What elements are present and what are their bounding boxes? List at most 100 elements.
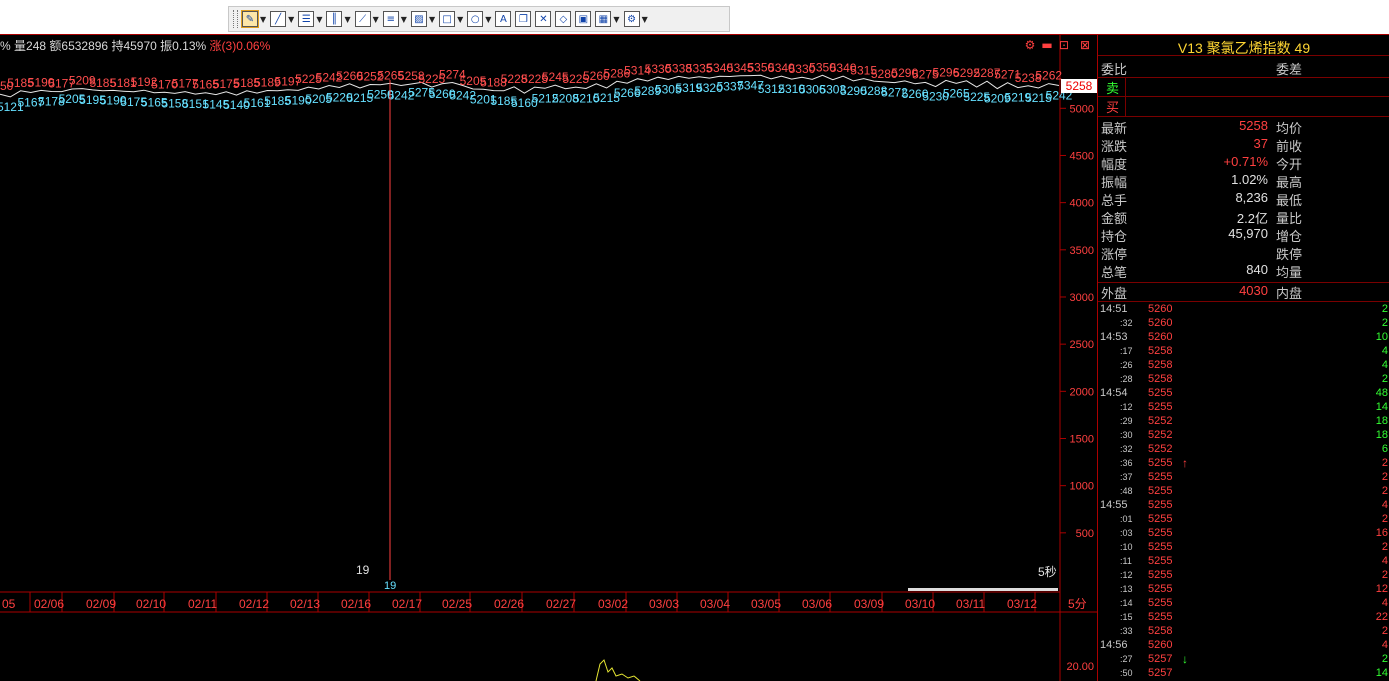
y-tick-label: 1500 xyxy=(1070,433,1094,445)
tick-row: :29 5252 18 xyxy=(1098,414,1389,428)
x-tick-label: 03/02 xyxy=(598,597,628,611)
tick-row: :37 5255 2 xyxy=(1098,470,1389,484)
x-tick-label: 02/17 xyxy=(392,597,422,611)
tick-row: :27 5257 ↓ 2 xyxy=(1098,652,1389,666)
stat-label-secondary: 增仓 xyxy=(1276,229,1303,244)
last-price-label: 5258 xyxy=(1066,79,1093,93)
tick-price: 5255 xyxy=(1148,583,1173,595)
sell-row[interactable]: 卖 xyxy=(1101,78,1386,96)
x-tick-label: 02/11 xyxy=(188,597,217,611)
tick-price: 5255 xyxy=(1148,499,1173,511)
tick-price: 5258 xyxy=(1148,373,1173,385)
stat-label-secondary: 前收 xyxy=(1276,139,1303,154)
tick-time: :50 xyxy=(1120,668,1133,678)
tick-price: 5258 xyxy=(1148,359,1173,371)
tick-row: :12 5255 2 xyxy=(1098,568,1389,582)
buy-label: 买 xyxy=(1106,100,1120,115)
tick-row: :30 5252 18 xyxy=(1098,428,1389,442)
close-icon[interactable]: ⊠ xyxy=(1080,38,1090,52)
stat-value: 45,970 xyxy=(1228,226,1268,241)
tick-volume: 18 xyxy=(1375,415,1388,427)
tick-volume: 6 xyxy=(1381,443,1388,455)
tick-row: :15 5255 22 xyxy=(1098,610,1389,624)
order-ratio-row: 委比 委差 xyxy=(1101,59,1386,77)
tick-row: 14:56 5260 4 xyxy=(1098,638,1389,652)
y-tick-label: 4500 xyxy=(1070,150,1094,162)
tick-price: 5252 xyxy=(1148,415,1173,427)
panel-divider xyxy=(1098,55,1389,56)
marker-sublabel: 19 xyxy=(384,580,396,592)
tick-time: :48 xyxy=(1120,486,1133,496)
sell-label: 卖 xyxy=(1106,81,1120,96)
tick-time: :17 xyxy=(1120,346,1133,356)
tick-row: :32 5252 6 xyxy=(1098,442,1389,456)
stat-label-secondary: 量比 xyxy=(1276,211,1303,226)
gear-icon[interactable]: ⚙ xyxy=(1025,38,1036,52)
restore-icon[interactable]: ⊡ xyxy=(1059,38,1069,52)
buy-row[interactable]: 买 xyxy=(1101,97,1386,115)
y-tick-label: 4000 xyxy=(1070,198,1094,210)
tick-volume: 14 xyxy=(1375,401,1388,413)
tick-time: :36 xyxy=(1120,458,1133,468)
y-tick-label: 500 xyxy=(1076,528,1094,540)
price-chart[interactable]: 5150512151855167519051785177520552095195… xyxy=(0,0,1097,681)
tick-row: 14:51 5260 2 xyxy=(1098,302,1389,316)
tick-row: :33 5258 2 xyxy=(1098,624,1389,638)
tick-price: 5258 xyxy=(1148,345,1173,357)
tick-row: :36 5255 ↑ 2 xyxy=(1098,456,1389,470)
tick-volume: 2 xyxy=(1381,569,1388,581)
stat-row: 总手 8,236 最低 xyxy=(1101,190,1386,208)
tick-volume: 18 xyxy=(1375,429,1388,441)
x-tick-label: 02/06 xyxy=(34,597,64,611)
stat-label: 金额 xyxy=(1101,211,1128,226)
stat-value: 37 xyxy=(1253,136,1268,151)
tick-price: 5255 xyxy=(1148,457,1173,469)
tick-volume: 4 xyxy=(1381,359,1388,371)
tick-row: :11 5255 4 xyxy=(1098,554,1389,568)
tick-time: :12 xyxy=(1120,570,1133,580)
outer-value: 4030 xyxy=(1239,283,1268,298)
tick-row: :14 5255 4 xyxy=(1098,596,1389,610)
x-tick-label: 03/09 xyxy=(854,597,884,611)
x-tick-extra-label: 5分 xyxy=(1068,597,1087,611)
x-tick-label: 02/26 xyxy=(494,597,524,611)
tick-row: :01 5255 2 xyxy=(1098,512,1389,526)
tick-time: :03 xyxy=(1120,528,1133,538)
tick-price: 5252 xyxy=(1148,429,1173,441)
outer-inner-row: 外盘 4030 内盘 xyxy=(1101,283,1386,301)
tick-volume: 16 xyxy=(1375,527,1388,539)
stat-label: 持仓 xyxy=(1101,229,1128,244)
tick-row: :48 5255 2 xyxy=(1098,484,1389,498)
tick-volume: 2 xyxy=(1381,317,1388,329)
tick-row: :13 5255 12 xyxy=(1098,582,1389,596)
tick-price: 5260 xyxy=(1148,317,1173,329)
tick-volume: 12 xyxy=(1375,583,1388,595)
stat-value: 1.02% xyxy=(1231,172,1268,187)
price-point-label: 5262 xyxy=(1035,69,1062,83)
tick-volume: 4 xyxy=(1381,499,1388,511)
tick-time: :15 xyxy=(1120,612,1133,622)
stat-value: 840 xyxy=(1246,262,1268,277)
stat-value: 2.2亿 xyxy=(1236,211,1268,226)
stat-label: 涨停 xyxy=(1101,247,1128,262)
tick-time: 14:54 xyxy=(1100,387,1128,399)
tick-volume: 4 xyxy=(1381,345,1388,357)
tick-volume: 2 xyxy=(1381,625,1388,637)
tick-row: :12 5255 14 xyxy=(1098,400,1389,414)
tick-row: :17 5258 4 xyxy=(1098,344,1389,358)
tick-price: 5255 xyxy=(1148,555,1173,567)
x-tick-label: 02/09 xyxy=(86,597,116,611)
inner-label: 内盘 xyxy=(1276,286,1303,301)
y-tick-label: 2500 xyxy=(1070,339,1094,351)
chart-type-icon[interactable]: ▬ xyxy=(1041,38,1052,52)
tick-time: 14:53 xyxy=(1100,331,1128,343)
tick-time: :13 xyxy=(1120,584,1133,594)
tick-time: :11 xyxy=(1120,556,1132,566)
chart-scrollbar[interactable] xyxy=(908,588,1058,591)
tick-price: 5255 xyxy=(1148,471,1173,483)
tick-time: 14:55 xyxy=(1100,499,1128,511)
tick-row: 14:53 5260 10 xyxy=(1098,330,1389,344)
stat-label: 幅度 xyxy=(1101,157,1128,172)
tick-volume: 22 xyxy=(1375,611,1388,623)
stat-label: 总笔 xyxy=(1101,265,1128,280)
